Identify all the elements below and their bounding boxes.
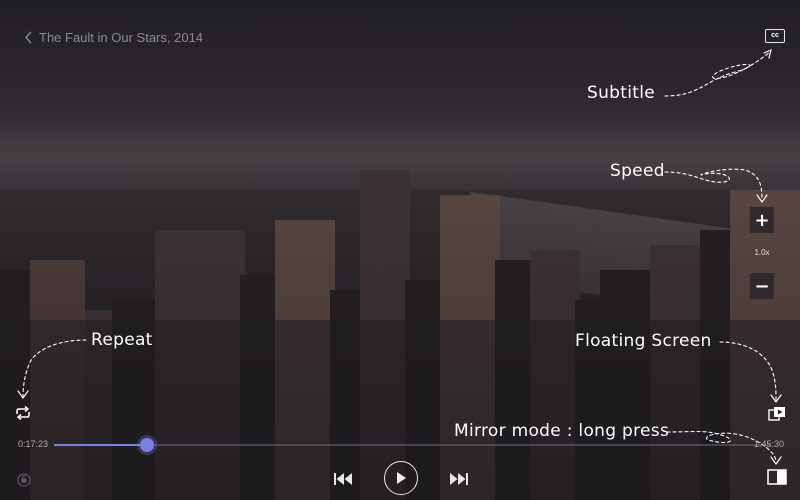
seek-bar[interactable] [54, 438, 770, 452]
floating-screen-icon [768, 407, 785, 421]
speed-decrease-button[interactable]: − [750, 273, 774, 299]
next-button[interactable] [449, 471, 469, 485]
speed-hint: Speed [610, 161, 665, 181]
floating-screen-hint: Floating Screen [575, 331, 712, 351]
speed-value: 1.0x [754, 248, 770, 257]
subtitle-hint: Subtitle [587, 83, 655, 103]
mirror-mode-hint: Mirror mode : long press [454, 421, 670, 441]
repeat-icon [16, 405, 30, 421]
seek-progress [54, 444, 148, 446]
video-title: The Fault in Our Stars, 2014 [39, 30, 204, 45]
elapsed-time: 0:17:23 [18, 439, 49, 449]
previous-button[interactable] [333, 471, 353, 485]
skip-next-icon [450, 473, 468, 485]
play-icon [397, 472, 406, 484]
back-button[interactable]: The Fault in Our Stars, 2014 [24, 30, 203, 45]
repeat-button[interactable] [12, 402, 34, 424]
chevron-left-icon [25, 31, 32, 44]
video-shade [0, 0, 800, 500]
repeat-hint: Repeat [91, 330, 153, 350]
speed-increase-button[interactable]: + [750, 207, 774, 233]
closed-caption-icon[interactable]: cc [765, 29, 785, 43]
skip-previous-icon [334, 473, 352, 485]
seek-handle[interactable] [140, 438, 155, 452]
floating-screen-button[interactable] [766, 404, 788, 424]
play-button[interactable] [384, 461, 418, 495]
speed-control: + 1.0x − [750, 207, 774, 299]
video-frame[interactable] [0, 0, 800, 500]
transport-controls [0, 461, 800, 495]
